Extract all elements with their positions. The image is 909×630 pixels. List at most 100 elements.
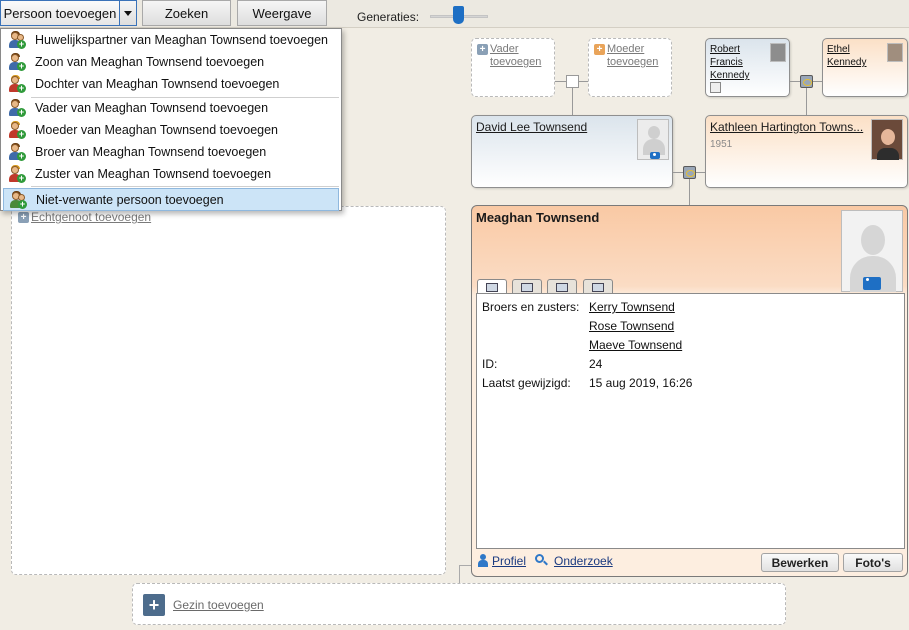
search-icon — [535, 554, 548, 567]
menu-item-add-father[interactable]: + Vader van Meaghan Townsend toevoegen — [3, 97, 339, 119]
menu-item-label: Zuster van Meaghan Townsend toevoegen — [35, 167, 272, 181]
grandfather-name[interactable]: Robert Francis Kennedy — [710, 43, 754, 82]
main-person-name: Meaghan Townsend — [476, 210, 600, 225]
sibling-link[interactable]: Kerry Townsend — [589, 300, 675, 314]
main-person-photo-placeholder[interactable] — [841, 210, 903, 292]
menu-item-label: Moeder van Meaghan Townsend toevoegen — [35, 123, 278, 137]
camera-icon — [650, 152, 660, 159]
add-mother-plus-icon: + — [594, 44, 605, 55]
camera-icon — [863, 277, 881, 290]
mother-photo[interactable] — [871, 119, 903, 160]
id-label: ID: — [482, 357, 498, 371]
add-brother-icon: + — [8, 143, 26, 161]
add-person-button[interactable]: Persoon toevoegen — [0, 0, 120, 26]
menu-item-label: Vader van Meaghan Townsend toevoegen — [35, 101, 269, 115]
grandmother-name[interactable]: Ethel Kennedy — [827, 43, 877, 69]
research-link[interactable]: Onderzoek — [554, 554, 613, 568]
add-family-link[interactable]: Gezin toevoegen — [173, 598, 264, 612]
father-card[interactable]: David Lee Townsend — [471, 115, 673, 188]
tab-media[interactable] — [583, 279, 613, 294]
menu-item-add-partner[interactable]: + Huwelijkspartner van Meaghan Townsend … — [3, 29, 339, 51]
sibling-link[interactable]: Rose Townsend — [589, 319, 674, 333]
spouse-panel: + Echtgenoot toevoegen — [11, 206, 446, 575]
overview-panel: Broers en zusters: Kerry Townsend Rose T… — [476, 293, 905, 549]
add-spouse-link[interactable]: Echtgenoot toevoegen — [31, 210, 151, 224]
connector-line — [673, 172, 683, 173]
parents-connector — [566, 75, 579, 88]
grandmother-card[interactable]: Ethel Kennedy — [822, 38, 908, 97]
connector-line — [813, 81, 822, 82]
menu-item-add-daughter[interactable]: + Dochter van Meaghan Townsend toevoegen — [3, 73, 339, 95]
search-button[interactable]: Zoeken — [142, 0, 231, 26]
mother-card[interactable]: Kathleen Hartington Towns... 1951 — [705, 115, 908, 188]
add-person-dropdown-arrow[interactable] — [119, 0, 137, 26]
toolbar: Persoon toevoegen Zoeken Weergave Genera… — [0, 0, 909, 28]
tab-details[interactable] — [512, 279, 542, 294]
add-mother-icon: + — [8, 121, 26, 139]
menu-item-label: Broer van Meaghan Townsend toevoegen — [35, 145, 267, 159]
add-unrelated-person-icon: + — [9, 190, 27, 209]
connector-line — [555, 81, 566, 82]
building-icon — [556, 283, 568, 292]
connector-line — [459, 565, 460, 583]
edit-button[interactable]: Bewerken — [761, 553, 839, 572]
father-photo-placeholder[interactable] — [637, 119, 669, 160]
marriage-icon[interactable] — [683, 166, 696, 179]
grandfather-card[interactable]: Robert Francis Kennedy — [705, 38, 790, 97]
connector-line — [689, 179, 690, 205]
add-father-box[interactable]: + Vader toevoegen — [471, 38, 555, 97]
add-father-plus-icon: + — [477, 44, 488, 55]
profile-link[interactable]: Profiel — [492, 554, 526, 568]
photos-button[interactable]: Foto's — [843, 553, 903, 572]
connector-line — [696, 172, 705, 173]
add-spouse-icon: + — [18, 212, 29, 223]
father-name[interactable]: David Lee Townsend — [476, 120, 587, 134]
add-son-icon: + — [8, 53, 26, 71]
add-father-icon: + — [8, 99, 26, 117]
menu-item-add-unrelated-person[interactable]: + Niet-verwante persoon toevoegen — [3, 188, 339, 211]
menu-item-label: Dochter van Meaghan Townsend toevoegen — [35, 77, 280, 91]
modified-value: 15 aug 2019, 16:26 — [589, 376, 693, 390]
profile-icon — [478, 554, 488, 568]
add-family-box[interactable]: + Gezin toevoegen — [132, 583, 786, 625]
sibling-link[interactable]: Maeve Townsend — [589, 338, 682, 352]
connector-line — [579, 81, 588, 82]
mother-birth-year: 1951 — [710, 139, 733, 150]
id-value: 24 — [589, 357, 603, 371]
menu-item-label: Niet-verwante persoon toevoegen — [36, 192, 224, 207]
generations-slider-thumb[interactable] — [453, 6, 464, 24]
view-button[interactable]: Weergave — [237, 0, 327, 26]
grandmother-photo — [887, 43, 903, 62]
add-partner-icon: + — [8, 31, 26, 49]
add-daughter-icon: + — [8, 75, 26, 93]
menu-item-add-brother[interactable]: + Broer van Meaghan Townsend toevoegen — [3, 141, 339, 163]
add-mother-box[interactable]: + Moeder toevoegen — [588, 38, 672, 97]
add-person-menu: + Huwelijkspartner van Meaghan Townsend … — [0, 28, 342, 211]
add-sister-icon: + — [8, 165, 26, 183]
add-mother-link[interactable]: Moeder toevoegen — [607, 43, 667, 69]
menu-item-label: Huwelijkspartner van Meaghan Townsend to… — [35, 33, 329, 47]
media-icon — [592, 283, 604, 292]
modified-label: Laatst gewijzigd: — [482, 376, 571, 390]
connector-line — [806, 88, 807, 115]
connector-line — [572, 88, 573, 115]
list-icon — [521, 283, 533, 292]
add-family-plus-icon: + — [143, 594, 165, 616]
tab-events[interactable] — [547, 279, 577, 294]
main-person-card: Meaghan Townsend Broers en zusters: Kerr… — [471, 205, 908, 577]
add-father-link[interactable]: Vader toevoegen — [490, 43, 550, 69]
connector-line — [790, 81, 800, 82]
mother-name[interactable]: Kathleen Hartington Towns... — [710, 120, 863, 134]
connector-line — [459, 565, 471, 566]
menu-item-label: Zoon van Meaghan Townsend toevoegen — [35, 55, 265, 69]
menu-separator — [31, 186, 339, 187]
person-mini-icon — [710, 82, 721, 93]
marriage-icon[interactable] — [800, 75, 813, 88]
menu-item-add-mother[interactable]: + Moeder van Meaghan Townsend toevoegen — [3, 119, 339, 141]
grandfather-photo — [770, 43, 786, 62]
generations-label: Generaties: — [357, 10, 420, 24]
menu-item-add-sister[interactable]: + Zuster van Meaghan Townsend toevoegen — [3, 163, 339, 185]
siblings-label: Broers en zusters: — [482, 300, 580, 314]
id-card-icon — [486, 283, 498, 292]
menu-item-add-son[interactable]: + Zoon van Meaghan Townsend toevoegen — [3, 51, 339, 73]
